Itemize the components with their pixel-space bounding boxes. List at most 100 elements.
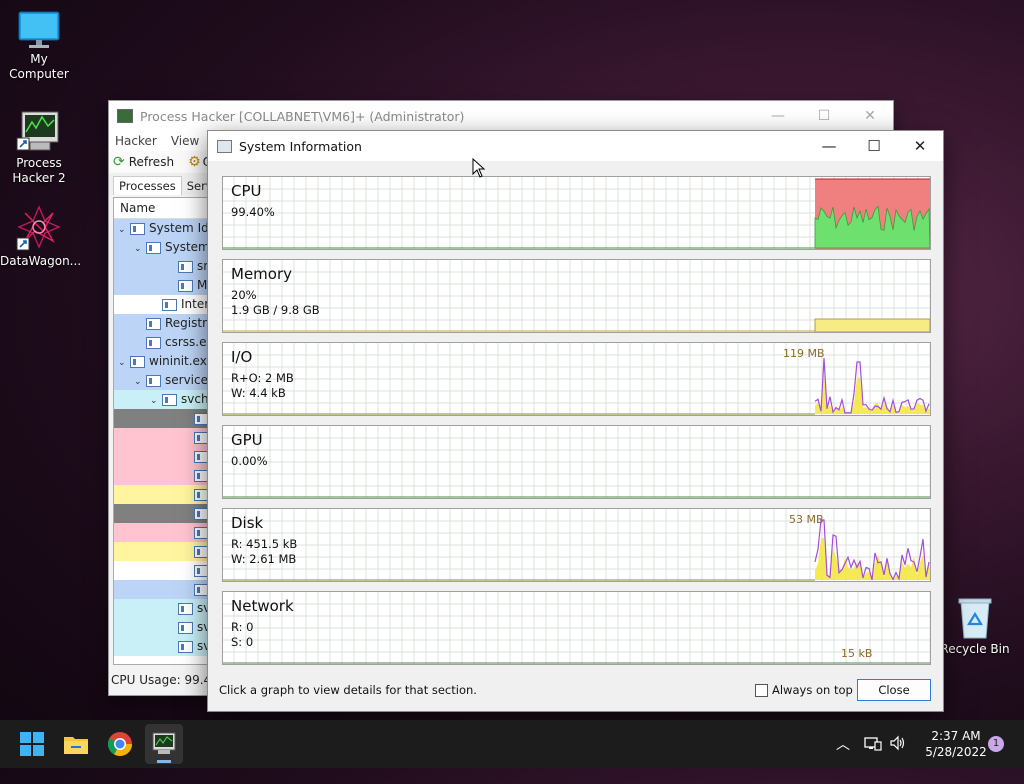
graph-peak-label: 53 MB: [789, 513, 824, 526]
process-row[interactable]: Interrup: [114, 295, 214, 314]
graph-panel-network[interactable]: Network R: 0 S: 0 15 kB: [222, 591, 931, 665]
process-icon: [146, 317, 161, 330]
process-icon: [178, 602, 193, 615]
file-explorer-icon[interactable]: [60, 728, 92, 760]
process-row[interactable]: Mer: [114, 276, 214, 295]
process-row[interactable]: R: [114, 466, 214, 485]
monitor-icon: [17, 10, 61, 50]
process-row[interactable]: ⌄ wininit.exe: [114, 352, 214, 371]
process-name: service: [165, 373, 208, 387]
graph-disk: [223, 509, 930, 581]
graph-title: Memory: [231, 265, 293, 283]
graph-value-primary: 0.00%: [231, 454, 268, 468]
checkbox-box[interactable]: [755, 683, 768, 697]
process-tree[interactable]: Name ⌄System Idl⌄SystemsmsMerInterrupReg…: [113, 197, 215, 665]
minimize-button[interactable]: —: [806, 131, 852, 161]
process-row[interactable]: ⌄ System: [114, 238, 214, 257]
taskbar: ︿ 2:37 AM 5/28/2022 1: [0, 720, 1024, 768]
network-icon[interactable]: [864, 736, 882, 784]
system-information-title: System Information: [239, 138, 362, 154]
process-row[interactable]: s: [114, 542, 214, 561]
start-icon[interactable]: [16, 728, 48, 760]
refresh-label: Refresh: [128, 155, 175, 169]
gear-icon: ⚙: [188, 154, 201, 170]
process-rows: ⌄System Idl⌄SystemsmsMerInterrupRegistry…: [114, 219, 214, 656]
minimize-button[interactable]: —: [755, 101, 801, 131]
process-row[interactable]: Registry: [114, 314, 214, 333]
process-icon: [130, 355, 145, 368]
process-row[interactable]: ⌄ System Idl: [114, 219, 214, 238]
desktop-icon-my-computer[interactable]: My Computer: [0, 10, 78, 82]
desktop-icon-label: DataWagon...: [0, 254, 82, 268]
menu-hacker[interactable]: Hacker: [115, 134, 157, 148]
graph-value-secondary: 1.9 GB / 9.8 GB: [231, 303, 320, 317]
process-row[interactable]: c: [114, 485, 214, 504]
process-row[interactable]: R: [114, 523, 214, 542]
column-header-name[interactable]: Name: [114, 198, 214, 219]
process-icon: [146, 374, 161, 387]
graph-title: Disk: [231, 514, 264, 532]
process-row[interactable]: csrss.exe: [114, 333, 214, 352]
process-icon: [178, 260, 193, 273]
process-icon: [162, 298, 177, 311]
process-icon: [146, 336, 161, 349]
desktop-icon-recycle-bin[interactable]: Recycle Bin: [936, 596, 1014, 657]
process-row[interactable]: svch: [114, 618, 214, 637]
process-row[interactable]: S: [114, 504, 214, 523]
process-row[interactable]: V: [114, 561, 214, 580]
process-icon: [178, 640, 193, 653]
graph-panel-disk[interactable]: Disk R: 451.5 kB W: 2.61 MB 53 MB: [222, 508, 931, 582]
chrome-icon[interactable]: [104, 728, 136, 760]
datawagon-icon: [16, 204, 62, 252]
close-window-button[interactable]: ✕: [897, 131, 943, 161]
process-row[interactable]: sms: [114, 257, 214, 276]
process-icon: [178, 279, 193, 292]
process-hacker-title: Process Hacker [COLLABNET\VM6]+ (Adminis…: [140, 108, 465, 124]
desktop-icon-process-hacker[interactable]: Process Hacker 2: [0, 108, 78, 186]
graph-panel-gpu[interactable]: GPU 0.00%: [222, 425, 931, 499]
desktop-icon-datawagon[interactable]: DataWagon...: [0, 204, 82, 269]
refresh-button[interactable]: ⟳ Refresh: [113, 154, 174, 170]
process-name: System Idl: [149, 221, 213, 235]
close-button[interactable]: ✕: [847, 101, 893, 131]
process-row[interactable]: svch: [114, 599, 214, 618]
graph-title: GPU: [231, 431, 263, 449]
graph-value-primary: 20%: [231, 288, 257, 302]
system-information-window-icon: [217, 139, 232, 153]
always-on-top-label: Always on top: [772, 683, 853, 697]
graph-cpu: [223, 177, 930, 249]
process-row[interactable]: T: [114, 580, 214, 599]
process-row[interactable]: R: [114, 447, 214, 466]
maximize-button[interactable]: ☐: [851, 131, 897, 161]
process-row[interactable]: ⌄ svch: [114, 390, 214, 409]
graph-value-primary: R+O: 2 MB: [231, 371, 294, 385]
clock-time: 2:37 AM: [931, 729, 981, 743]
process-icon: [146, 241, 161, 254]
process-row[interactable]: S: [114, 428, 214, 447]
system-information-window[interactable]: System Information — ☐ ✕ CPU 99.40% Memory…: [207, 130, 944, 712]
close-button[interactable]: Close: [857, 679, 931, 701]
process-row[interactable]: svch: [114, 637, 214, 656]
desktop-icon-label: Recycle Bin: [940, 642, 1010, 656]
maximize-button[interactable]: ☐: [801, 101, 847, 131]
graph-value-secondary: W: 2.61 MB: [231, 552, 297, 566]
process-row[interactable]: ⌄ service: [114, 371, 214, 390]
desktop-icon-label: Process Hacker 2: [12, 156, 66, 185]
process-hacker-window-icon: [117, 109, 133, 123]
graph-panel-memory[interactable]: Memory 20% 1.9 GB / 9.8 GB: [222, 259, 931, 333]
taskbar-clock[interactable]: 2:37 AM 5/28/2022: [915, 728, 997, 760]
tab-processes[interactable]: Processes: [113, 176, 182, 195]
process-row[interactable]: S: [114, 409, 214, 428]
clock-date: 5/28/2022: [925, 745, 987, 759]
notification-badge[interactable]: 1: [988, 736, 1004, 752]
menu-view[interactable]: View: [171, 134, 199, 148]
always-on-top-checkbox[interactable]: Always on top: [755, 683, 853, 697]
graph-panel-io[interactable]: I/O R+O: 2 MB W: 4.4 kB 119 MB: [222, 342, 931, 416]
tray-chevron-up-icon[interactable]: ︿: [836, 734, 850, 782]
graph-peak-label: 119 MB: [783, 347, 825, 360]
volume-icon[interactable]: [889, 735, 907, 783]
process-hacker-taskbar-icon[interactable]: [145, 724, 183, 764]
graph-value-secondary: W: 4.4 kB: [231, 386, 286, 400]
graph-panel-cpu[interactable]: CPU 99.40%: [222, 176, 931, 250]
graph-value-secondary: S: 0: [231, 635, 254, 649]
